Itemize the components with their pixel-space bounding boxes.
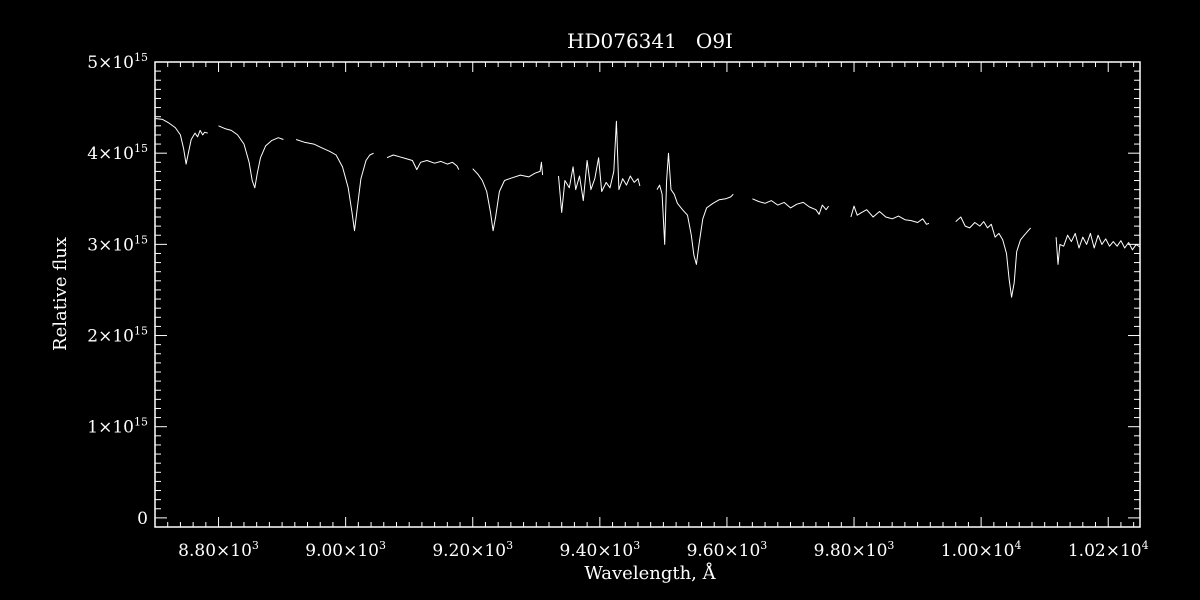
y-tick-labels: 0 1×1015 2×1015 3×1015 4×1015 5×1015 bbox=[87, 51, 148, 529]
spectrum-segment-4 bbox=[386, 154, 460, 171]
spectrum-segment-9 bbox=[850, 205, 930, 225]
x-tick-label: 9.40×103 bbox=[559, 539, 640, 561]
y-tick-label: 1×1015 bbox=[87, 416, 148, 438]
spectrum-segment-7 bbox=[656, 152, 734, 265]
spectrum-chart: 8.80×103 9.00×103 9.20×103 9.40×103 9.60×103… bbox=[50, 29, 1149, 584]
spectrum-segment-10 bbox=[955, 216, 1032, 298]
spectrum-segment-8 bbox=[752, 198, 830, 215]
spectrum-segment-5 bbox=[472, 161, 544, 232]
x-tick-labels: 8.80×103 9.00×103 9.20×103 9.40×103 9.60×103… bbox=[178, 539, 1148, 561]
spectrum-segment-1 bbox=[154, 118, 208, 165]
spectrum-series bbox=[154, 118, 1141, 298]
x-tick-label: 9.20×103 bbox=[432, 539, 513, 561]
axis-ticks bbox=[154, 61, 1140, 528]
y-tick-label: 3×1015 bbox=[87, 233, 148, 255]
spectrum-segment-2 bbox=[218, 125, 284, 189]
x-tick-label: 9.00×103 bbox=[305, 539, 386, 561]
spectrum-segment-6 bbox=[558, 120, 641, 213]
x-axis-label: Wavelength, Å bbox=[584, 562, 716, 584]
x-tick-label: 1.02×104 bbox=[1068, 539, 1149, 561]
y-tick-label: 2×1015 bbox=[87, 325, 148, 347]
y-axis-label: Relative flux bbox=[50, 237, 71, 351]
y-tick-label: 4×1015 bbox=[87, 142, 148, 164]
x-tick-label: 9.80×103 bbox=[814, 539, 895, 561]
x-tick-label: 9.60×103 bbox=[687, 539, 768, 561]
spectrum-segment-11 bbox=[1055, 232, 1141, 265]
spectrum-segment-3 bbox=[295, 139, 374, 232]
x-tick-label: 8.80×103 bbox=[178, 539, 259, 561]
y-tick-label: 0 bbox=[137, 509, 148, 529]
x-tick-label: 1.00×104 bbox=[941, 539, 1022, 561]
plot-frame bbox=[154, 61, 1141, 528]
chart-title: HD076341 O9I bbox=[567, 29, 733, 53]
y-tick-label: 5×1015 bbox=[87, 51, 148, 73]
